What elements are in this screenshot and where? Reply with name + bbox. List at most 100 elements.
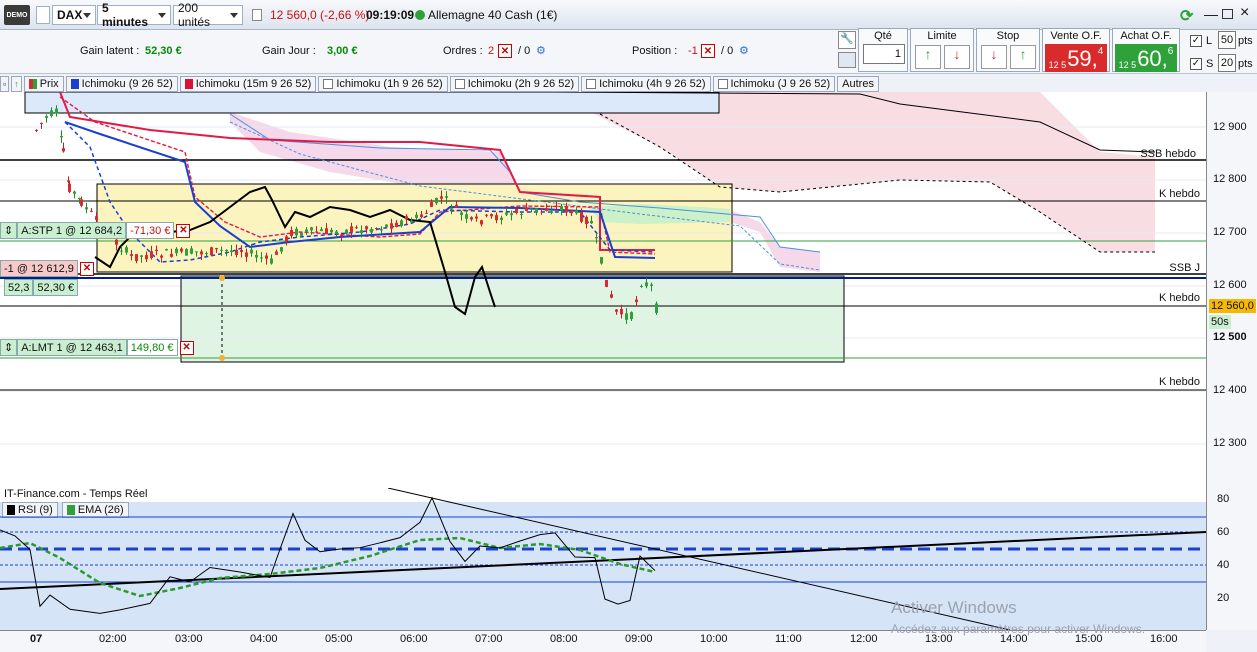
- candle-body: [310, 227, 313, 231]
- candle-body: [195, 251, 198, 253]
- candle-body: [380, 229, 383, 231]
- legend-up[interactable]: ↑: [11, 76, 22, 92]
- candle-body: [615, 309, 618, 312]
- legend-item-5[interactable]: Ichimoku (J 9 26 52): [712, 76, 836, 92]
- restore-icon[interactable]: [1222, 9, 1233, 19]
- close-position-x-icon[interactable]: ✕: [79, 261, 94, 276]
- top-toolbar: DEMO DAX 5 minutes 200 unités 12 560,0 (…: [0, 0, 1257, 30]
- limit-sell-button[interactable]: ↓: [944, 45, 970, 69]
- candle-body: [510, 213, 513, 216]
- rsi-tick: 20: [1217, 592, 1230, 604]
- settings-icon[interactable]: ⚙: [739, 44, 749, 57]
- candle-body: [430, 202, 433, 207]
- candle-body: [115, 239, 118, 245]
- minimize-icon[interactable]: —: [1204, 6, 1218, 22]
- limit-order-label[interactable]: ⇕ A:LMT 1 @ 12 463,1 149,80 € ✕: [0, 339, 194, 356]
- keypad-icon[interactable]: [838, 52, 856, 68]
- legend-item-label: Ichimoku (15m 9 26 52): [195, 78, 312, 90]
- candle-body: [165, 249, 168, 251]
- legend-item-2[interactable]: Ichimoku (1h 9 26 52): [318, 76, 448, 92]
- price-axis[interactable]: 12 900 12 800 12 700 12 600 12 500 12 40…: [1206, 92, 1257, 630]
- candle-body: [40, 122, 43, 124]
- candle-body: [255, 254, 258, 258]
- legend-item-0[interactable]: Ichimoku (9 26 52): [65, 76, 178, 92]
- candle-body: [260, 257, 263, 259]
- checkbox: [454, 79, 465, 89]
- buy-big: 60,: [1137, 46, 1168, 71]
- legend-item-3[interactable]: Ichimoku (2h 9 26 52): [449, 76, 580, 92]
- legend-prix[interactable]: Prix: [23, 76, 64, 92]
- candle-body: [335, 231, 338, 234]
- cancel-orders-icon[interactable]: ✕: [498, 44, 512, 58]
- qty-input[interactable]: 1: [863, 44, 905, 64]
- candle-body: [425, 212, 428, 214]
- market-name: Allemagne 40 Cash (1€): [428, 8, 558, 22]
- rsi-pane[interactable]: IT-Finance.com - Temps Réel RSI (9) EMA …: [0, 488, 1206, 630]
- limit-buy-button[interactable]: ↑: [915, 45, 941, 69]
- legend-item-1[interactable]: Ichimoku (15m 9 26 52): [179, 76, 317, 92]
- candle-body: [245, 252, 248, 257]
- sell-button[interactable]: 12 5 59, 4: [1045, 44, 1107, 72]
- stop-buy-button[interactable]: ↑: [1010, 45, 1036, 69]
- candle-body: [50, 110, 53, 117]
- activation-watermark: Activer Windows: [891, 598, 1017, 617]
- instrument-select[interactable]: DAX: [52, 5, 96, 25]
- rsi-line: [0, 496, 656, 614]
- refresh-icon[interactable]: ⟳: [1180, 6, 1200, 25]
- candle-body: [550, 211, 553, 213]
- l-checkbox[interactable]: ✓: [1190, 35, 1202, 47]
- candle-body: [350, 226, 353, 233]
- settings-icon[interactable]: ⚙: [536, 44, 546, 57]
- k-hebdo-label-2: K hebdo: [1159, 292, 1200, 304]
- candle-body: [240, 249, 243, 253]
- instrument-value: DAX: [57, 8, 83, 22]
- candle-body: [390, 223, 393, 229]
- checkbox: [717, 79, 728, 89]
- l-input[interactable]: 50: [1218, 31, 1236, 49]
- close-icon[interactable]: ×: [1240, 4, 1249, 22]
- x-tick: 02:00: [99, 633, 127, 645]
- order-panel: 🔧 Qté 1 Limite ↑ ↓ Stop ↓ ↑ Vente O.F. 1…: [836, 28, 1257, 74]
- stop-order-label[interactable]: ⇕ A:STP 1 @ 12 684,2 -71,30 € ✕: [0, 222, 191, 239]
- x-tick: 04:00: [250, 633, 278, 645]
- stop-order-pnl: -71,30 €: [126, 222, 175, 239]
- drag-handle-icon[interactable]: ⇕: [0, 339, 18, 356]
- info-icon[interactable]: [252, 9, 262, 21]
- legend-item-label: Ichimoku (9 26 52): [81, 78, 173, 90]
- y-tick: 12 500: [1213, 331, 1247, 343]
- wrench-icon[interactable]: 🔧: [838, 31, 856, 49]
- candle-body: [250, 249, 253, 254]
- legend-toggle[interactable]: ▫: [0, 76, 10, 92]
- pin-icon[interactable]: [36, 6, 50, 24]
- cancel-limit-icon[interactable]: ✕: [179, 340, 194, 355]
- close-position-icon[interactable]: ✕: [701, 44, 715, 58]
- candle-body: [585, 216, 588, 224]
- candle-body: [190, 248, 193, 254]
- s-input[interactable]: 20: [1218, 54, 1236, 72]
- drag-handle-icon[interactable]: ⇕: [0, 222, 18, 239]
- legend-item-label: Ichimoku (4h 9 26 52): [599, 78, 706, 90]
- units-select[interactable]: 200 unités: [173, 1, 243, 29]
- buy-box: Achat O.F. 12 5 60, 6: [1112, 28, 1180, 72]
- candle-body: [445, 196, 448, 198]
- timeframe-select[interactable]: 5 minutes: [97, 1, 171, 29]
- candle-body: [185, 249, 188, 256]
- x-tick: 07:00: [475, 633, 503, 645]
- cancel-stop-icon[interactable]: ✕: [176, 223, 191, 238]
- s-checkbox[interactable]: ✓: [1190, 58, 1202, 70]
- buy-prefix: 12 5: [1118, 60, 1137, 70]
- candle-body: [490, 214, 493, 217]
- legend-item-4[interactable]: Ichimoku (4h 9 26 52): [581, 76, 711, 92]
- candle-body: [605, 279, 608, 287]
- candle-body: [600, 257, 603, 264]
- price-chart[interactable]: ⇕ A:STP 1 @ 12 684,2 -71,30 € ✕ -1 @ 12 …: [0, 92, 1206, 488]
- units-value: 200 unités: [178, 1, 211, 29]
- candle-body: [290, 230, 293, 237]
- position-label-box[interactable]: -1 @ 12 612,9 ✕: [0, 260, 94, 277]
- legend-item-label: Ichimoku (1h 9 26 52): [336, 78, 443, 90]
- candle-body: [285, 236, 288, 242]
- autres-button[interactable]: Autres: [837, 76, 879, 92]
- buy-button[interactable]: 12 5 60, 6: [1115, 44, 1177, 72]
- autres-label: Autres: [842, 78, 874, 90]
- stop-sell-button[interactable]: ↓: [981, 45, 1007, 69]
